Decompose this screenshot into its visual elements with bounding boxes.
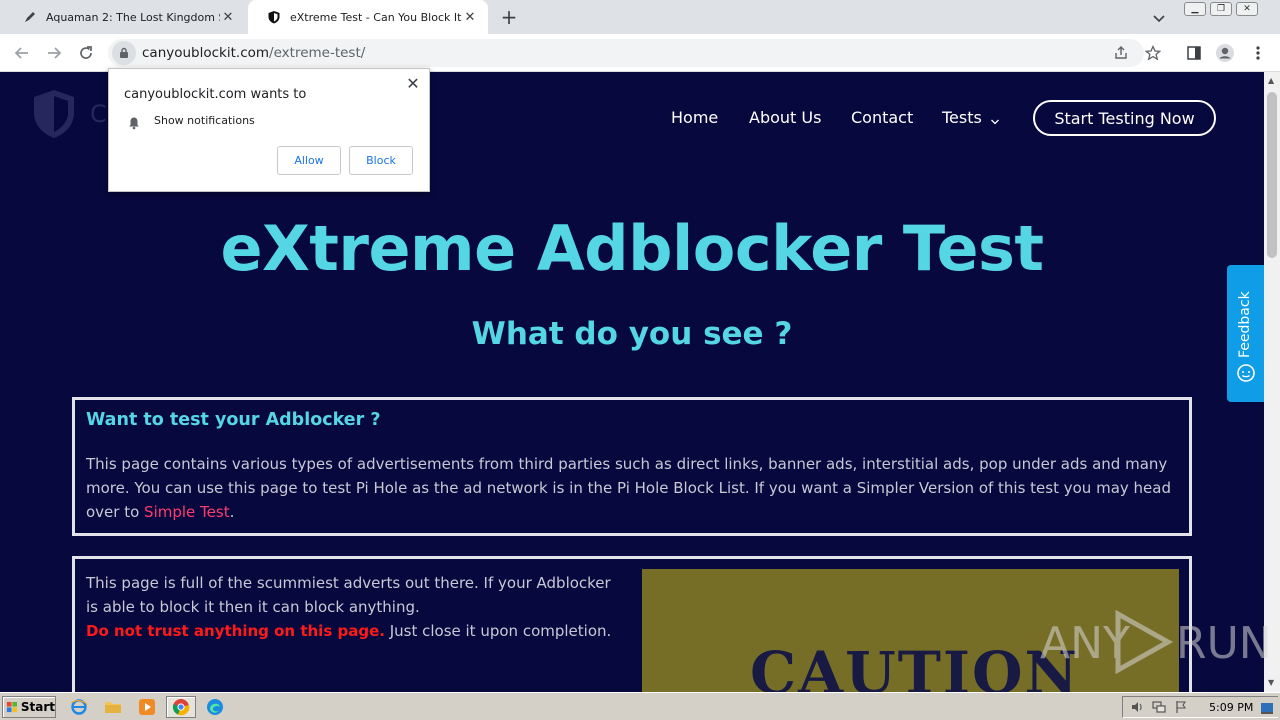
url-path: /extreme-test/ — [269, 45, 366, 61]
block-button[interactable]: Block — [349, 146, 413, 175]
minimize-icon[interactable]: ▁ — [1184, 2, 1206, 16]
file-explorer-icon[interactable] — [102, 697, 124, 717]
network-icon[interactable] — [1151, 699, 1167, 715]
windows-taskbar: Start 5:09 PM — [0, 692, 1280, 720]
new-tab-plus-icon[interactable]: + — [498, 7, 520, 29]
lock-icon[interactable] — [112, 41, 136, 65]
info-box-adblocker: Want to test your Adblocker ? This page … — [72, 397, 1192, 536]
restore-icon[interactable]: ❐ — [1210, 2, 1232, 16]
taskbar-clock[interactable]: 5:09 PM — [1209, 701, 1253, 714]
site-logo-text[interactable]: C — [90, 100, 107, 128]
warning-intro: This page is full of the scummiest adver… — [86, 574, 611, 616]
tab-aquaman[interactable]: Aquaman 2: The Lost Kingdom Strea ✕ — [4, 0, 246, 34]
shield-icon — [266, 9, 282, 25]
page-scrollbar[interactable]: ▲ ▼ — [1264, 72, 1280, 692]
start-label: Start — [20, 700, 55, 714]
show-desktop-icon[interactable] — [1259, 700, 1275, 716]
site-logo-shield-icon[interactable] — [30, 88, 78, 140]
window-controls: ▁ ❐ ✕ — [1184, 2, 1258, 16]
start-button[interactable]: Start — [2, 696, 56, 718]
back-arrow-icon[interactable] — [12, 43, 32, 63]
notification-permission-popup: canyoublockit.com wants to Show notifica… — [108, 68, 430, 192]
reload-icon[interactable] — [76, 43, 96, 63]
box-body-text: This page contains various types of adve… — [86, 455, 1171, 521]
warning-after: Just close it upon completion. — [384, 622, 612, 640]
tab-close-icon[interactable]: ✕ — [220, 9, 236, 25]
play-triangle-icon — [1115, 610, 1174, 674]
side-panel-icon[interactable] — [1184, 43, 1204, 63]
url-host: canyoublockit.com — [142, 45, 270, 61]
page-subtitle: What do you see ? — [471, 316, 793, 352]
simple-test-link[interactable]: Simple Test — [144, 503, 230, 521]
browser-toolbar: canyoublockit.com/extreme-test/ — [0, 34, 1280, 72]
allow-button[interactable]: Allow — [277, 146, 341, 175]
speaker-icon[interactable] — [1129, 699, 1145, 715]
page-title: eXtreme Adblocker Test — [220, 212, 1044, 285]
nav-tests[interactable]: Tests — [942, 108, 982, 127]
action-center-flag-icon[interactable] — [1173, 699, 1189, 715]
chrome-taskbar-icon[interactable] — [166, 696, 196, 718]
nav-home[interactable]: Home — [671, 108, 718, 127]
box-heading: Want to test your Adblocker ? — [86, 410, 381, 430]
windows-flag-icon — [6, 701, 18, 713]
popup-permission-text: Show notifications — [154, 114, 255, 127]
watermark-right-text: RUN — [1176, 618, 1272, 669]
scroll-thumb[interactable] — [1267, 92, 1277, 258]
tests-chevron-down-icon[interactable] — [990, 112, 1000, 125]
tab-close-icon[interactable]: ✕ — [462, 9, 478, 25]
window-close-icon[interactable]: ✕ — [1236, 2, 1258, 16]
system-tray: 5:09 PM — [1122, 696, 1278, 718]
address-bar[interactable]: canyoublockit.com/extreme-test/ — [108, 39, 1161, 67]
forward-arrow-icon[interactable] — [44, 43, 64, 63]
share-icon[interactable] — [1112, 44, 1130, 62]
popup-close-icon[interactable]: ✕ — [406, 76, 420, 92]
tab-title: Aquaman 2: The Lost Kingdom Strea — [46, 10, 220, 24]
url-text: canyoublockit.com/extreme-test/ — [142, 45, 365, 61]
scroll-down-arrow-icon[interactable]: ▼ — [1268, 678, 1274, 687]
tab-title: eXtreme Test - Can You Block It ? — [290, 10, 462, 24]
pen-icon — [22, 9, 38, 25]
feedback-chat-icon — [1236, 363, 1256, 383]
info-box-warning: This page is full of the scummiest adver… — [72, 556, 1192, 709]
start-testing-button[interactable]: Start Testing Now — [1033, 100, 1216, 136]
box-body: This page contains various types of adve… — [86, 452, 1182, 524]
nav-about-us[interactable]: About Us — [749, 108, 821, 127]
tab-strip: Aquaman 2: The Lost Kingdom Strea ✕ eXtr… — [0, 0, 1280, 34]
kebab-menu-icon[interactable] — [1248, 43, 1268, 63]
scroll-up-arrow-icon[interactable]: ▲ — [1268, 76, 1274, 85]
warning-highlight: Do not trust anything on this page. — [86, 622, 385, 640]
popup-host-line: canyoublockit.com wants to — [124, 87, 307, 102]
feedback-label: Feedback — [1237, 291, 1253, 359]
media-player-icon[interactable] — [136, 697, 158, 717]
chevron-down-icon[interactable] — [1152, 10, 1168, 24]
warning-text-block: This page is full of the scummiest adver… — [86, 571, 626, 643]
nav-contact[interactable]: Contact — [851, 108, 913, 127]
star-icon[interactable] — [1144, 44, 1162, 62]
internet-explorer-icon[interactable] — [68, 697, 90, 717]
edge-icon[interactable] — [204, 697, 226, 717]
box-body-end: . — [229, 503, 235, 521]
profile-avatar-icon[interactable] — [1215, 43, 1235, 63]
anyrun-watermark: ANY RUN — [1040, 608, 1272, 678]
bell-icon — [127, 115, 141, 130]
tab-extreme-test[interactable]: eXtreme Test - Can You Block It ? ✕ — [248, 0, 488, 34]
feedback-tab[interactable]: Feedback — [1227, 265, 1264, 402]
